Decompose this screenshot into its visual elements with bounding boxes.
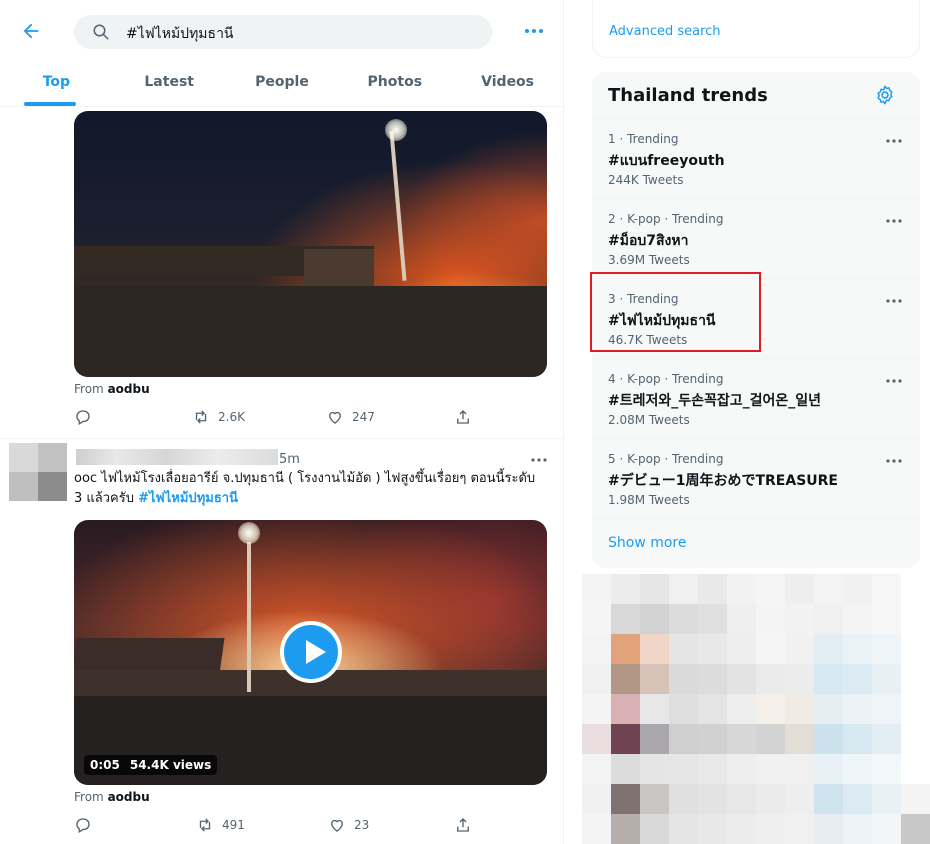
trend-more-icon[interactable] [886, 378, 902, 384]
trend-more-icon[interactable] [886, 298, 902, 304]
trend-name: #แบนfreeyouth [608, 153, 725, 169]
tab-photos-label: Photos [367, 74, 423, 90]
share-button[interactable] [454, 408, 472, 426]
play-button[interactable] [280, 621, 342, 683]
source-user-link[interactable]: aodbu [108, 382, 150, 396]
advanced-search-link[interactable]: Advanced search [609, 24, 721, 39]
retweet-icon [199, 818, 211, 832]
retweet-icon [195, 410, 207, 424]
share-icon [457, 410, 469, 424]
heart-icon [331, 819, 343, 832]
tweet-2-video[interactable]: 0:05 54.4K views [74, 520, 547, 785]
like-count: 247 [352, 410, 375, 424]
search-query-text: #ไฟไหม้ปทุมธานี [126, 26, 234, 42]
more-options-icon[interactable] [524, 26, 544, 36]
trend-more-icon[interactable] [886, 138, 902, 144]
trends-title: Thailand trends [608, 85, 768, 106]
share-icon [457, 818, 469, 832]
tweet-1-source: From aodbu [74, 382, 150, 396]
tab-videos-label: Videos [481, 74, 535, 90]
author-name-redacted [76, 449, 278, 465]
retweet-count: 491 [222, 818, 245, 832]
reply-button[interactable] [74, 816, 92, 834]
trend-item[interactable]: 5 · K-pop · Trending #デビュー1周年おめでTREASURE… [592, 438, 920, 518]
street-lamp [238, 522, 260, 544]
trend-meta: 1 · Trending [608, 132, 679, 146]
retweet-button[interactable]: 2.6K [192, 408, 245, 426]
street-lamp [385, 119, 407, 141]
tab-top-label: Top [42, 74, 71, 90]
search-results-column: #ไฟไหม้ปทุมธานี Top Latest People Photos… [0, 0, 564, 844]
light-pole [389, 131, 407, 281]
search-icon [93, 24, 109, 40]
trend-count: 2.08M Tweets [608, 413, 690, 427]
avatar[interactable] [9, 443, 67, 501]
wall-silhouette [74, 286, 547, 377]
tab-latest[interactable]: Latest [113, 62, 226, 106]
trend-name: #트레저와_두손꼭잡고_걸어온_일년 [608, 393, 822, 409]
tweet-2-source: From aodbu [74, 790, 150, 804]
retweet-count: 2.6K [218, 410, 245, 424]
trend-meta: 5 · K-pop · Trending [608, 452, 724, 466]
video-info-badge: 0:05 54.4K views [84, 755, 218, 775]
reply-button[interactable] [74, 408, 92, 426]
like-count: 23 [354, 818, 370, 832]
search-input[interactable]: #ไฟไหม้ปทุมธานี [74, 15, 492, 49]
active-tab-indicator [24, 102, 76, 106]
retweet-button[interactable]: 491 [196, 816, 245, 834]
tab-top[interactable]: Top [0, 62, 113, 106]
trend-meta: 4 · K-pop · Trending [608, 372, 724, 386]
tweet-1-actions: 2.6K 247 [74, 408, 474, 428]
search-header: #ไฟไหม้ปทุมธานี [0, 0, 563, 62]
tab-videos[interactable]: Videos [451, 62, 563, 106]
heart-icon [329, 411, 341, 424]
trend-name: #ม็อบ7สิงหา [608, 233, 689, 249]
trend-count: 3.69M Tweets [608, 253, 690, 267]
tweet-2-actions: 491 23 [74, 816, 474, 836]
tweet-timestamp[interactable]: 5m [279, 452, 300, 467]
highlight-annotation [590, 272, 761, 352]
building-roof [74, 638, 225, 674]
search-tabs: Top Latest People Photos Videos [0, 62, 563, 107]
show-more-link[interactable]: Show more [608, 535, 687, 551]
trend-count: 244K Tweets [608, 173, 684, 187]
trend-item[interactable]: 2 · K-pop · Trending #ม็อบ7สิงหา 3.69M T… [592, 198, 920, 278]
trend-item[interactable]: 1 · Trending #แบนfreeyouth 244K Tweets [592, 118, 920, 198]
reply-icon [76, 410, 90, 425]
redacted-content-panel [582, 574, 930, 844]
tab-people[interactable]: People [226, 62, 339, 106]
tweet-2-text: ooc ไฟไหม้โรงเลื่อยอารีย์ จ.ปทุมธานี ( โ… [74, 469, 546, 509]
from-prefix: From [74, 790, 104, 804]
trend-meta: 2 · K-pop · Trending [608, 212, 724, 226]
building-roof [304, 249, 374, 289]
advanced-search-card: Advanced search [592, 0, 920, 58]
sidebar: Advanced search Thailand trends 1 · Tren… [564, 0, 930, 844]
play-icon [306, 640, 326, 664]
trend-name: #デビュー1周年おめでTREASURE [608, 473, 838, 489]
tab-photos[interactable]: Photos [338, 62, 451, 106]
like-button[interactable]: 247 [326, 408, 375, 426]
share-button[interactable] [454, 816, 472, 834]
tweet-1-video[interactable] [74, 111, 547, 377]
trend-item[interactable]: 4 · K-pop · Trending #트레저와_두손꼭잡고_걸어온_일년 … [592, 358, 920, 438]
like-button[interactable]: 23 [328, 816, 369, 834]
tab-latest-label: Latest [144, 74, 194, 90]
hashtag-link[interactable]: #ไฟไหม้ปทุมธานี [138, 491, 238, 506]
trend-more-icon[interactable] [886, 218, 902, 224]
tweet-divider [0, 438, 563, 439]
video-duration: 0:05 [90, 758, 120, 772]
tweet-more-icon[interactable] [530, 457, 548, 463]
trend-count: 1.98M Tweets [608, 493, 690, 507]
reply-icon [76, 818, 90, 833]
from-prefix: From [74, 382, 104, 396]
source-user-link[interactable]: aodbu [108, 790, 150, 804]
trend-more-icon[interactable] [886, 458, 902, 464]
light-pole [247, 542, 251, 692]
back-arrow-icon[interactable] [20, 20, 42, 42]
tab-people-label: People [255, 74, 309, 90]
gear-icon[interactable] [874, 84, 896, 106]
video-views: 54.4K views [129, 758, 212, 772]
